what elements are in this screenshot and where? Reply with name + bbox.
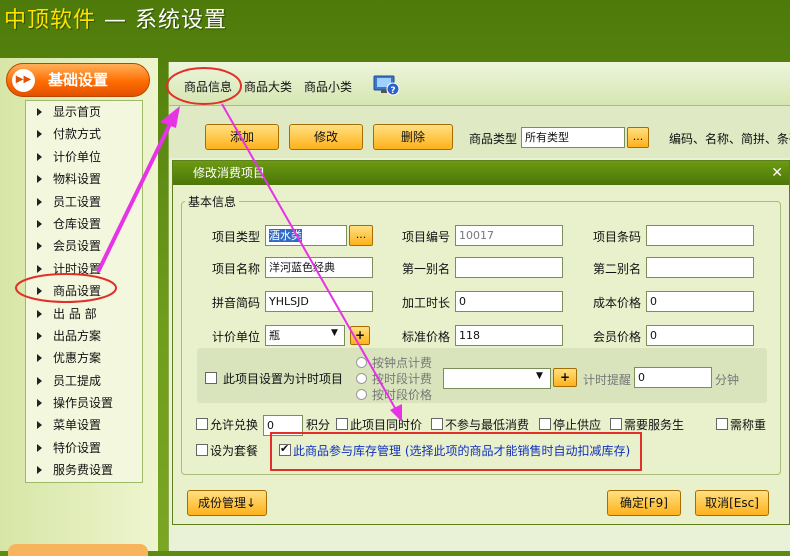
annotation-arrow-2 — [221, 103, 396, 409]
annotation-overlay — [15, 67, 402, 422]
app-window: 中顶软件 — 系统设置 ▶▶ 基础设置 显示首页 付款方式 计价单位 物料设置 … — [0, 0, 790, 556]
annotation-arrow-1 — [96, 123, 172, 273]
annotation-arrowhead-2 — [390, 404, 402, 422]
sidebar-highlight-ellipse — [15, 273, 117, 303]
tab-highlight-ellipse — [166, 67, 242, 105]
annotation-arrowhead-1 — [160, 106, 180, 128]
